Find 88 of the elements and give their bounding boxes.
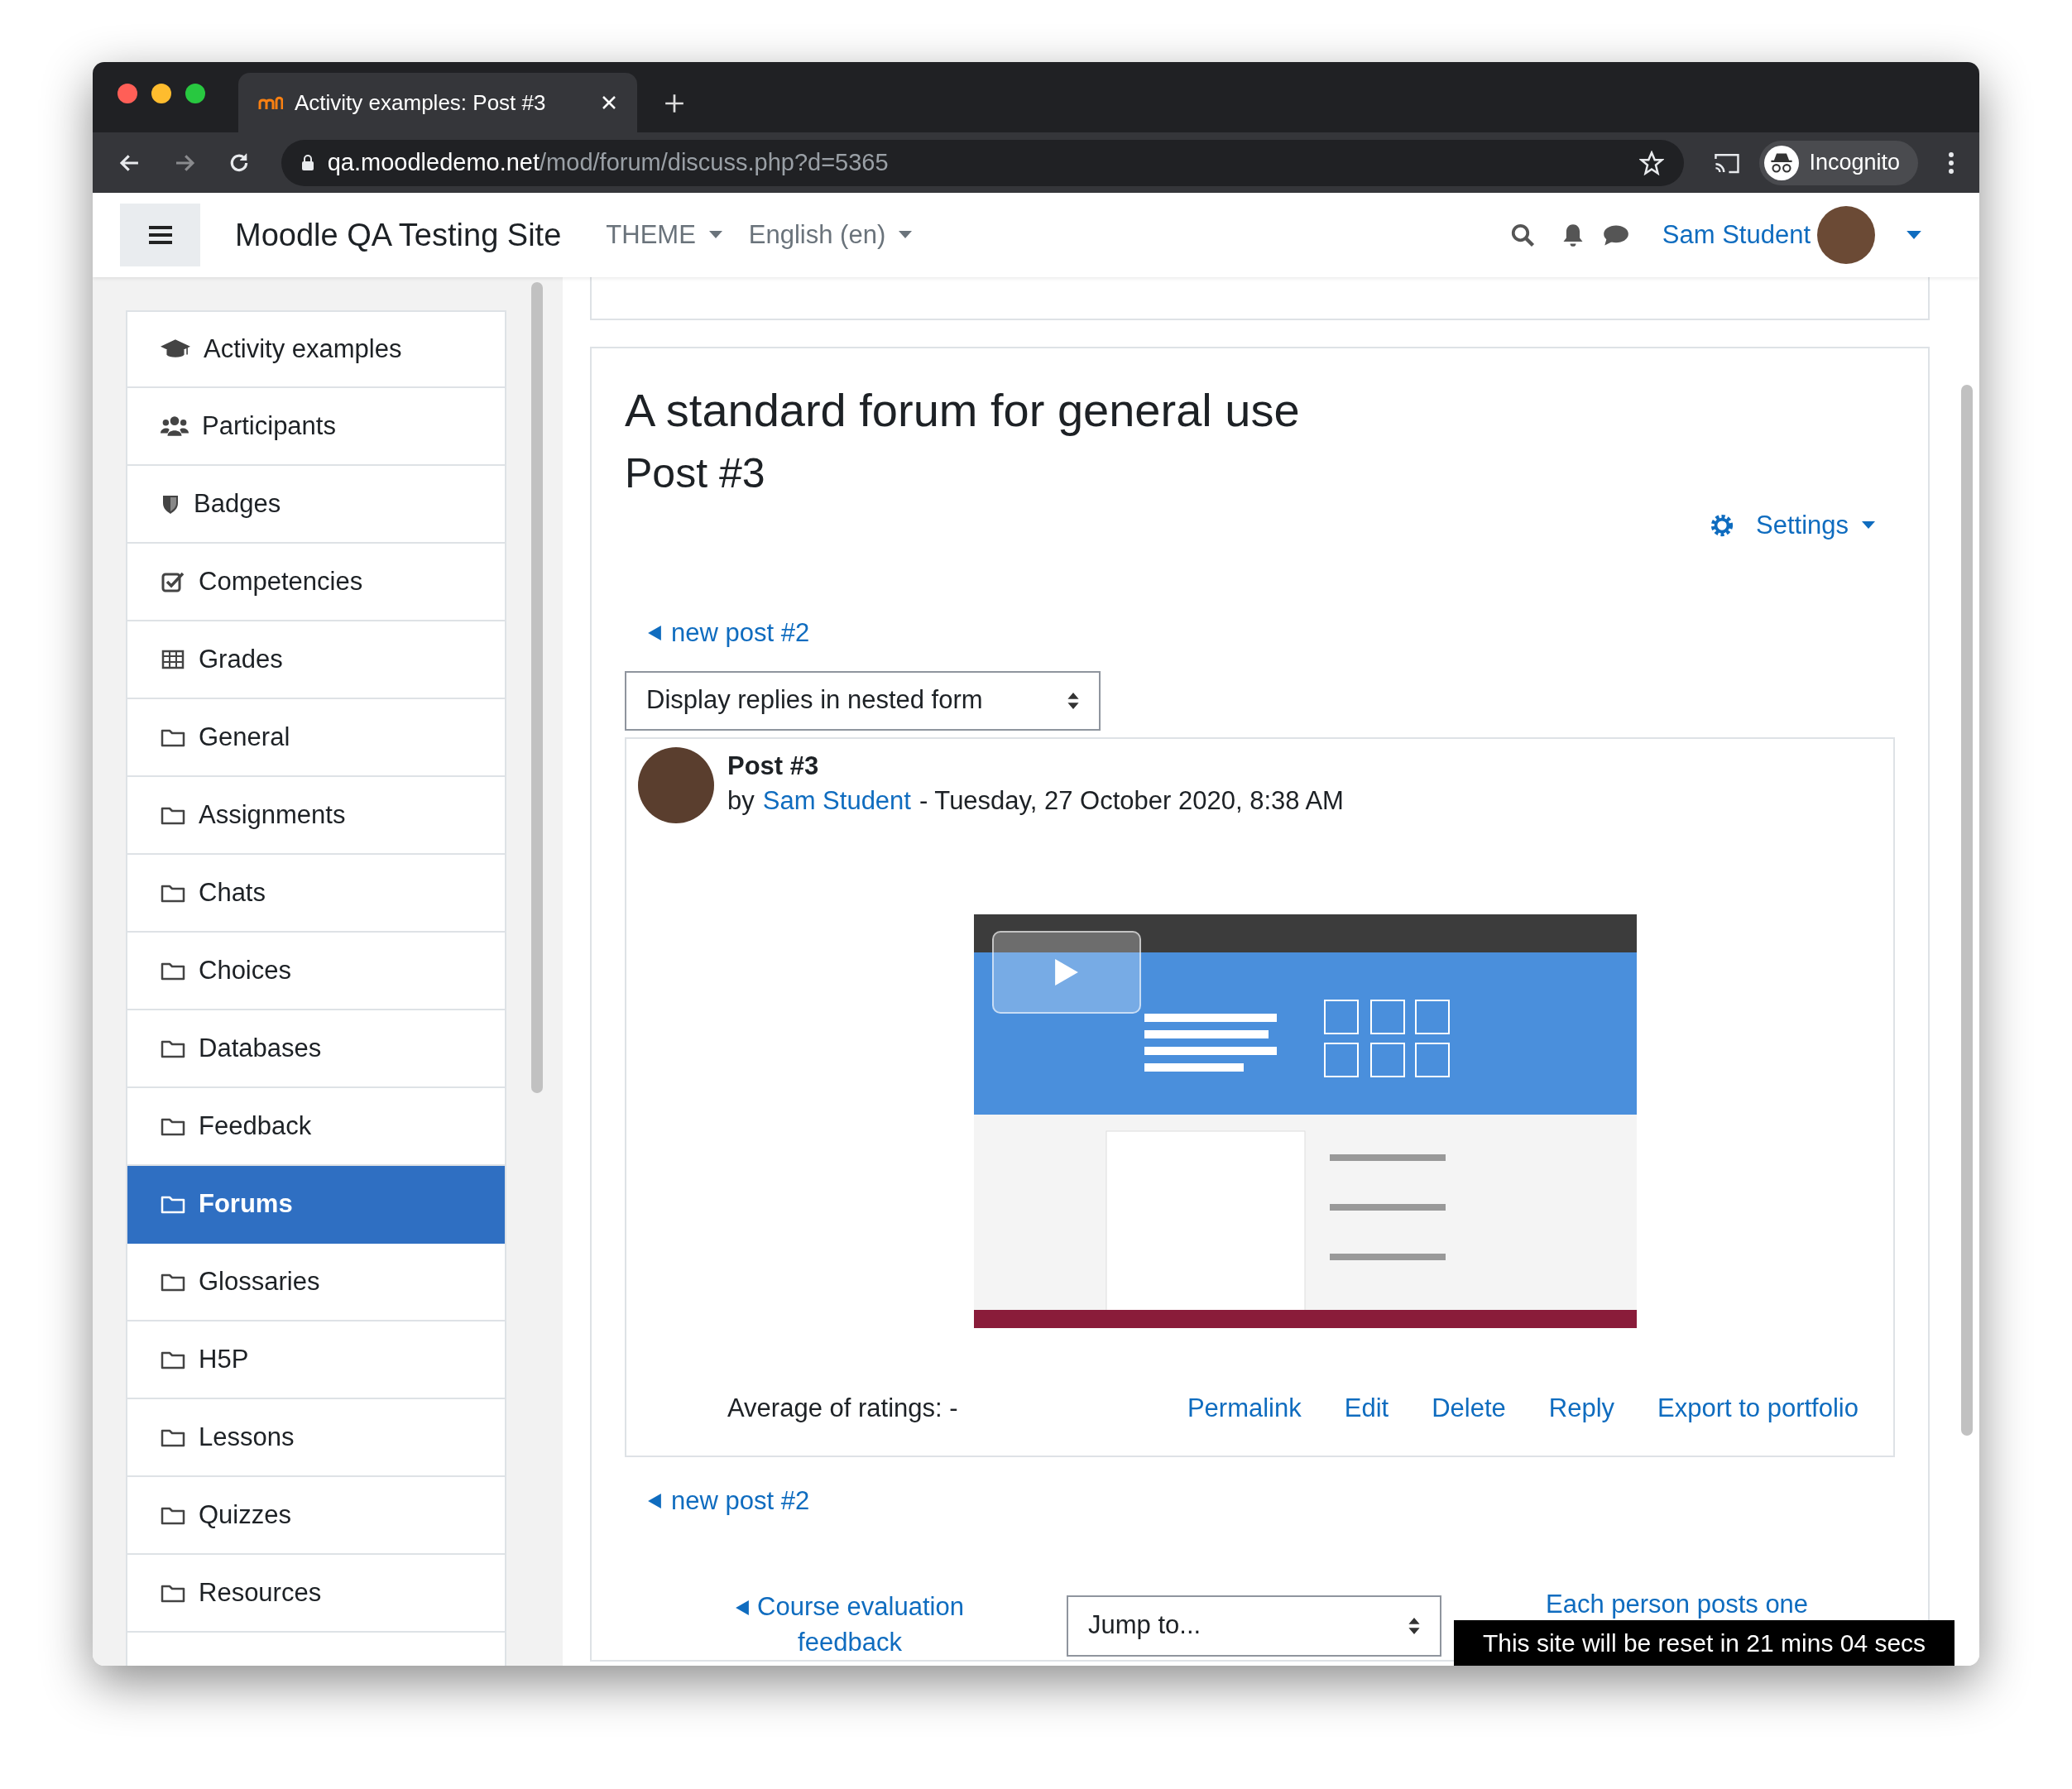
close-window-button[interactable] [118,83,137,103]
caret-icon [1862,520,1875,530]
incognito-profile-button[interactable]: Incognito [1759,140,1919,185]
user-name-link[interactable]: Sam Student [1662,215,1811,255]
sidebar-item[interactable]: General [127,699,505,777]
minimize-window-button[interactable] [151,83,171,103]
play-button[interactable] [992,930,1141,1014]
nav-menu[interactable]: English (en) [748,215,913,255]
tab-title: Activity examples: Post #3 [295,89,547,117]
sidebar-item[interactable]: Resources [127,1555,505,1633]
folder-icon [161,1116,185,1136]
table-icon [161,650,185,669]
browser-tab[interactable]: Activity examples: Post #3 [238,73,637,132]
messages-icon[interactable] [1602,223,1629,247]
sort-arrows-icon [1408,1616,1420,1635]
sidebar-item[interactable]: Assignments [127,777,505,855]
address-bar[interactable]: qa.moodledemo.net/mod/forum/discuss.php?d=5365 [281,139,1684,186]
moodle-favicon-icon [258,94,283,111]
previous-discussion-link[interactable]: new post #2 [648,1482,810,1521]
graduation-cap-icon [161,338,190,360]
folder-icon [161,1350,185,1369]
sidebar-item[interactable]: Forums [127,1166,505,1244]
menu-icon [148,225,172,245]
author-link[interactable]: Sam Student [762,782,911,821]
post-action-link[interactable]: Export to portfolio [1657,1389,1859,1427]
discussion-title: Post #3 [625,449,766,498]
post-action-link[interactable]: Reply [1548,1389,1615,1427]
nav-menu[interactable]: THEME [606,215,722,255]
new-tab-icon[interactable] [664,93,685,114]
forum-title: A standard forum for general use [625,383,1301,438]
sidebar-item[interactable]: Participants [127,388,505,466]
folder-icon [161,1038,185,1058]
sidebar-item[interactable]: Grades [127,621,505,699]
close-icon[interactable] [601,94,617,111]
caret-icon [899,231,913,239]
sidebar-item[interactable]: H5P [127,1321,505,1399]
settings-gear-icon [1710,512,1734,538]
byline-label: by [727,785,755,817]
sidebar-item[interactable]: Competencies [127,544,505,621]
sidebar-item[interactable]: Lessons [127,1399,505,1477]
shield-icon [161,493,180,515]
scrollbar-thumb[interactable] [531,282,543,1093]
sidebar-item[interactable]: Databases [127,1010,505,1088]
site-name[interactable]: Moodle QA Testing Site [235,211,562,259]
post-action-link[interactable]: Delete [1432,1389,1506,1427]
search-icon[interactable] [1509,223,1535,247]
folder-icon [161,1272,185,1292]
left-triangle-icon [736,1600,750,1615]
caret-icon[interactable] [1907,230,1921,240]
lock-icon [300,154,314,171]
sidebar-item[interactable]: Choices [127,933,505,1010]
folder-icon [161,1505,185,1525]
folder-icon [161,805,185,825]
folder-icon [161,883,185,903]
ratings-text: Average of ratings: - [727,1392,959,1424]
play-icon [1055,958,1078,986]
previous-activity-link[interactable]: Course evaluation feedback [625,1588,1048,1660]
sidebar-item[interactable]: Badges [127,466,505,544]
bookmark-star-icon[interactable] [1638,150,1664,175]
folder-icon [161,1194,185,1214]
caret-icon [708,231,722,239]
sidebar-item[interactable]: Quizzes [127,1477,505,1555]
left-triangle-icon [648,626,661,641]
display-mode-dropdown[interactable]: Display replies in nested form [625,670,1101,731]
incognito-icon [1764,145,1800,180]
settings-menu[interactable]: Settings [1710,506,1875,544]
maximize-window-button[interactable] [185,83,205,103]
more-menu-icon[interactable] [1948,151,1954,175]
post-action-link[interactable]: Permalink [1187,1389,1302,1427]
menu-button[interactable] [120,204,200,266]
sidebar-item[interactable]: Activity examples [127,310,505,388]
checkbox-icon [161,571,185,592]
sidebar-item[interactable]: Glossaries [127,1244,505,1321]
sidebar-item[interactable]: Chats [127,855,505,933]
folder-icon [161,1583,185,1603]
sort-arrows-icon [1067,691,1079,710]
post-action-link[interactable]: Edit [1344,1389,1389,1427]
scrollbar-thumb[interactable] [1961,385,1973,1436]
users-icon [161,415,189,437]
folder-icon [161,727,185,747]
folder-icon [161,1427,185,1447]
post-date: - Tuesday, 27 October 2020, 8:38 AM [918,785,1344,817]
jump-to-dropdown[interactable]: Jump to... [1067,1595,1441,1657]
previous-discussion-link[interactable]: new post #2 [648,614,810,653]
folder-icon [161,961,185,981]
post-subject: Post #3 [727,750,820,782]
reset-notice: This site will be reset in 21 mins 04 secs [1454,1620,1954,1666]
left-triangle-icon [648,1494,661,1509]
